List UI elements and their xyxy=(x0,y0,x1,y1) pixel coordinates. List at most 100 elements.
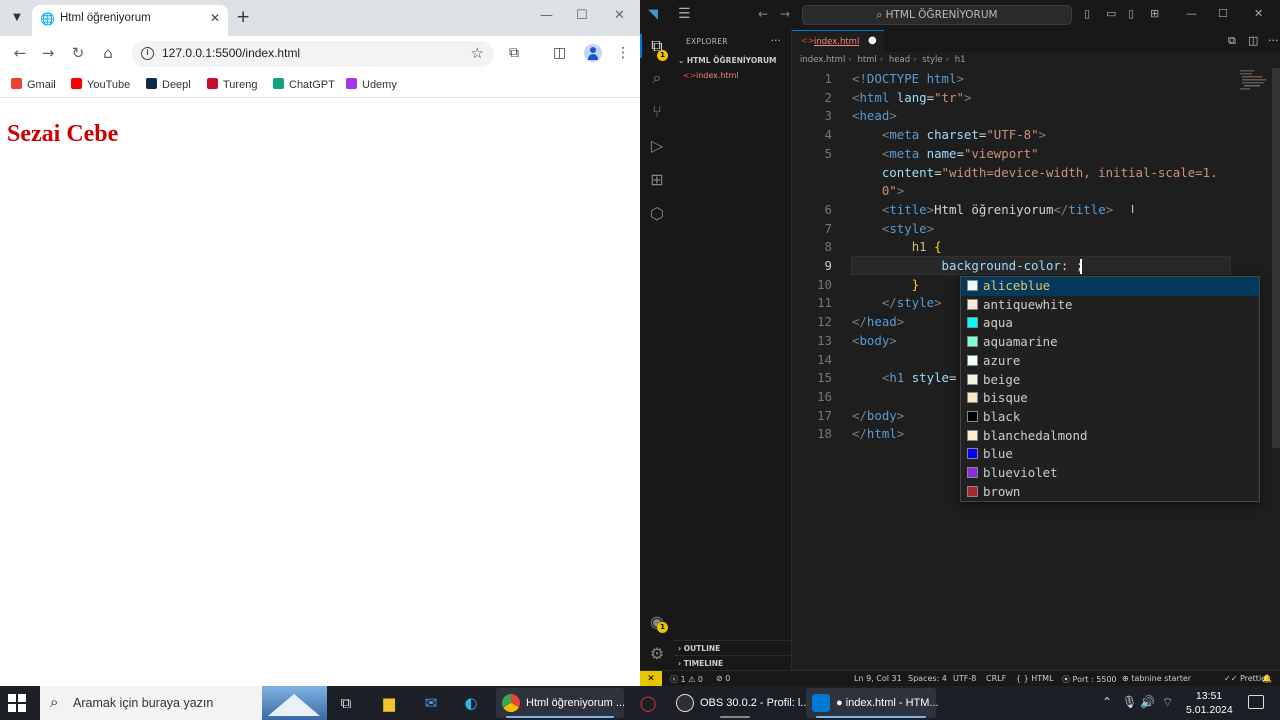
suggestion-item[interactable]: brown xyxy=(961,483,1259,502)
taskbar-clock[interactable]: 13:51 5.01.2024 xyxy=(1186,689,1233,717)
suggestion-item[interactable]: beige xyxy=(961,371,1259,390)
chrome-menu-icon[interactable]: ⋮ xyxy=(616,45,630,61)
editor-scrollbar[interactable] xyxy=(1272,68,1280,448)
bookmark-star-icon[interactable]: ☆ xyxy=(471,44,484,62)
customize-layout-icon[interactable]: ⊞ xyxy=(1150,7,1159,20)
notification-center-icon[interactable] xyxy=(1248,695,1264,709)
code-line[interactable]: 1 <!DOCTYPE html> xyxy=(792,70,1262,89)
ports-indicator[interactable]: ⊘ 0 xyxy=(716,674,730,683)
code-line[interactable]: 2 <html lang="tr"> xyxy=(792,89,1262,108)
opera-icon[interactable]: ◯ xyxy=(638,693,658,713)
code-line[interactable]: 7 <style> xyxy=(792,220,1262,239)
suggestion-widget[interactable]: aliceblue antiquewhite aqua aquamarine azure… xyxy=(960,276,1260,502)
maximize-icon[interactable]: ☐ xyxy=(576,8,588,23)
suggestion-item[interactable]: aquamarine xyxy=(961,333,1259,352)
taskbar-app-vscode[interactable]: ● index.html - HTM... xyxy=(806,688,939,718)
taskbar-search[interactable]: ⌕ Aramak için buraya yazın xyxy=(40,686,327,720)
bookmark-deepl[interactable]: Deepl xyxy=(146,78,191,91)
minimize-icon[interactable]: — xyxy=(540,8,553,23)
code-line[interactable]: 9 background-color: ; xyxy=(792,257,1262,276)
close-window-icon[interactable]: ✕ xyxy=(1254,7,1263,20)
close-window-icon[interactable]: ✕ xyxy=(614,8,625,23)
bookmark-youtube[interactable]: YouTube xyxy=(71,78,130,91)
breadcrumb-item[interactable]: head xyxy=(889,55,910,65)
suggestion-item[interactable]: blueviolet xyxy=(961,464,1259,483)
suggestion-item[interactable]: aliceblue xyxy=(961,277,1259,296)
more-actions-icon[interactable]: ··· xyxy=(1268,34,1279,47)
maximize-icon[interactable]: ☐ xyxy=(1218,7,1228,20)
hamburger-menu-icon[interactable]: ☰ xyxy=(678,6,691,22)
code-line[interactable]: 3 <head> xyxy=(792,107,1262,126)
suggestion-item[interactable]: azure xyxy=(961,352,1259,371)
workspace-folder[interactable]: ⌄ HTML ÖĞRENİYORUM xyxy=(674,54,792,68)
toggle-secondary-sidebar-icon[interactable]: ▯ xyxy=(1128,7,1134,20)
indentation[interactable]: Spaces: 4 xyxy=(908,674,947,683)
taskbar-app-obs[interactable]: OBS 30.0.2 - Profil: l... xyxy=(670,688,809,718)
file-explorer-icon[interactable]: ▆ xyxy=(379,693,399,713)
remote-indicator-icon[interactable]: ✕ xyxy=(640,671,662,686)
remote-explorer-icon[interactable]: ⬡ xyxy=(647,204,667,224)
toggle-panel-icon[interactable]: ▭ xyxy=(1106,7,1116,20)
browser-tab[interactable]: 🌐 Html öğreniyorum ✕ xyxy=(32,5,228,36)
breadcrumb-item[interactable]: index.html xyxy=(800,55,845,65)
volume-icon[interactable]: 🔊 xyxy=(1140,695,1155,709)
encoding[interactable]: UTF-8 xyxy=(953,674,976,683)
site-info-icon[interactable]: i xyxy=(141,47,154,60)
show-hidden-icons-icon[interactable]: ⌃ xyxy=(1102,695,1112,709)
tab-search-chevron-icon[interactable]: ▼ xyxy=(6,7,28,29)
language-mode[interactable]: { } HTML xyxy=(1016,674,1054,683)
address-bar[interactable]: i 127.0.0.1:5500/index.html ☆ xyxy=(132,41,494,67)
bookmark-udemy[interactable]: Udemy xyxy=(346,78,397,91)
nav-forward-icon[interactable]: → xyxy=(780,7,790,21)
windows-start-icon[interactable] xyxy=(8,694,26,712)
run-debug-icon[interactable]: ▷ xyxy=(647,136,667,156)
bookmark-gmail[interactable]: Gmail xyxy=(11,78,56,91)
minimize-icon[interactable]: — xyxy=(1186,7,1197,20)
extensions-icon[interactable]: ⊞ xyxy=(647,170,667,190)
breadcrumb-item[interactable]: html xyxy=(857,55,876,65)
mail-icon[interactable]: ✉ xyxy=(421,693,441,713)
suggestion-item[interactable]: bisque xyxy=(961,389,1259,408)
code-line[interactable]: 4 <meta charset="UTF-8"> xyxy=(792,126,1262,145)
code-line[interactable]: 8 h1 { xyxy=(792,238,1262,257)
extensions-icon[interactable]: ⧉ xyxy=(509,45,519,61)
breadcrumb-item[interactable]: h1 xyxy=(955,55,966,65)
cursor-position[interactable]: Ln 9, Col 31 xyxy=(854,674,902,683)
taskbar-app-chrome[interactable]: Html öğreniyorum ... xyxy=(496,688,625,718)
back-icon[interactable]: ← xyxy=(10,44,30,62)
tab-close-icon[interactable]: ✕ xyxy=(210,11,220,25)
task-view-icon[interactable]: ⧉ xyxy=(336,693,356,713)
forward-icon[interactable]: → xyxy=(38,44,58,62)
profile-avatar[interactable] xyxy=(584,44,602,62)
file-item[interactable]: <> index.html xyxy=(674,69,792,83)
source-control-icon[interactable]: ⑂ xyxy=(647,102,667,122)
network-wifi-icon[interactable]: ⌔ xyxy=(1162,695,1173,710)
edge-icon[interactable]: ◐ xyxy=(461,693,481,713)
problems-indicator[interactable]: ⓧ 1 ⚠ 0 xyxy=(670,674,703,685)
bookmark-tureng[interactable]: Tureng xyxy=(207,78,257,91)
suggestion-item[interactable]: blanchedalmond xyxy=(961,427,1259,446)
home-icon[interactable]: ⌂ xyxy=(98,44,118,62)
code-line[interactable]: 5 <meta name="viewport" xyxy=(792,145,1262,164)
open-changes-icon[interactable]: ⧉ xyxy=(1228,34,1236,48)
unsaved-dot-icon[interactable]: ● xyxy=(868,35,877,46)
suggestion-item[interactable]: black xyxy=(961,408,1259,427)
outline-section[interactable]: › OUTLINE xyxy=(674,640,792,655)
reload-icon[interactable]: ↻ xyxy=(68,44,88,62)
code-line[interactable]: content="width=device-width, initial-sca… xyxy=(792,164,1262,183)
toggle-sidebar-icon[interactable]: ▯ xyxy=(1084,7,1090,20)
timeline-section[interactable]: › TIMELINE xyxy=(674,655,792,670)
suggestion-item[interactable]: aqua xyxy=(961,314,1259,333)
tabnine-status[interactable]: ⊕ tabnine starter xyxy=(1122,674,1191,683)
suggestion-item[interactable]: antiquewhite xyxy=(961,296,1259,315)
code-line[interactable]: 6 <title>Html öğreniyorum</title> xyxy=(792,201,1262,220)
split-editor-icon[interactable]: ◫ xyxy=(1248,34,1258,47)
settings-gear-icon[interactable]: ⚙ xyxy=(647,644,667,664)
line-ending[interactable]: CRLF xyxy=(986,674,1006,683)
more-actions-icon[interactable]: ··· xyxy=(771,34,782,47)
address-url[interactable]: 127.0.0.1:5500/index.html xyxy=(162,46,300,60)
code-line[interactable]: 0"> xyxy=(792,182,1262,201)
microphone-icon[interactable]: 🎙 xyxy=(1122,695,1137,709)
breadcrumb-item[interactable]: style xyxy=(922,55,942,65)
live-server-port[interactable]: ⦿ Port : 5500 xyxy=(1062,674,1117,685)
